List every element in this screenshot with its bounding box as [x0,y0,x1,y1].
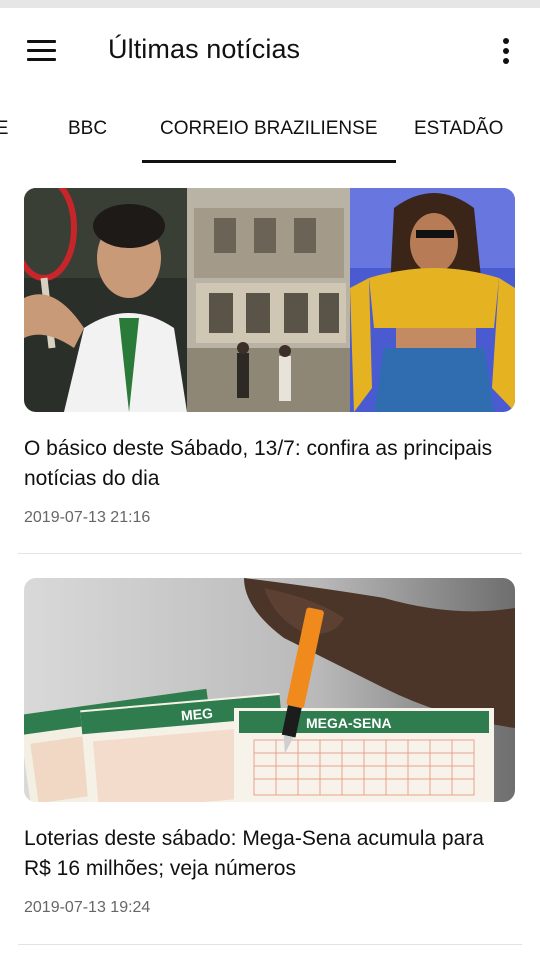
article-timestamp: 2019-07-13 19:24 [24,899,151,916]
article-timestamp: 2019-07-13 21:16 [24,509,151,526]
article-headline[interactable]: Loterias deste sábado: Mega-Sena acumula… [24,824,504,884]
tab-correio-braziliense[interactable]: CORREIO BRAZILIENSE [160,118,378,140]
divider [18,553,522,554]
tab-indicator [142,160,396,163]
app-bar: Últimas notícias [0,8,540,94]
article-card[interactable]: O básico deste Sábado, 13/7: confira as … [24,188,515,527]
tab-bbc[interactable]: BBC [68,118,107,140]
tab-estadao[interactable]: ESTADÃO [414,118,503,140]
menu-icon[interactable] [22,36,62,68]
tab-de[interactable]: DE [0,118,8,140]
source-tabs: DE BBC CORREIO BRAZILIENSE ESTADÃO [0,94,540,164]
ticket-brand-text: MEG [180,705,213,724]
article-thumbnail[interactable]: MEG MEGA-SENA [24,578,515,802]
more-options-icon[interactable] [494,36,518,74]
article-headline[interactable]: O básico deste Sábado, 13/7: confira as … [24,434,504,494]
page-title: Últimas notícias [108,34,301,64]
ticket-brand-text: MEGA-SENA [306,715,392,731]
article-thumbnail[interactable] [24,188,515,412]
divider [18,944,522,945]
article-card[interactable]: MEG MEGA-SENA Loterias deste sábado: Meg… [24,578,515,917]
status-bar [0,0,540,8]
